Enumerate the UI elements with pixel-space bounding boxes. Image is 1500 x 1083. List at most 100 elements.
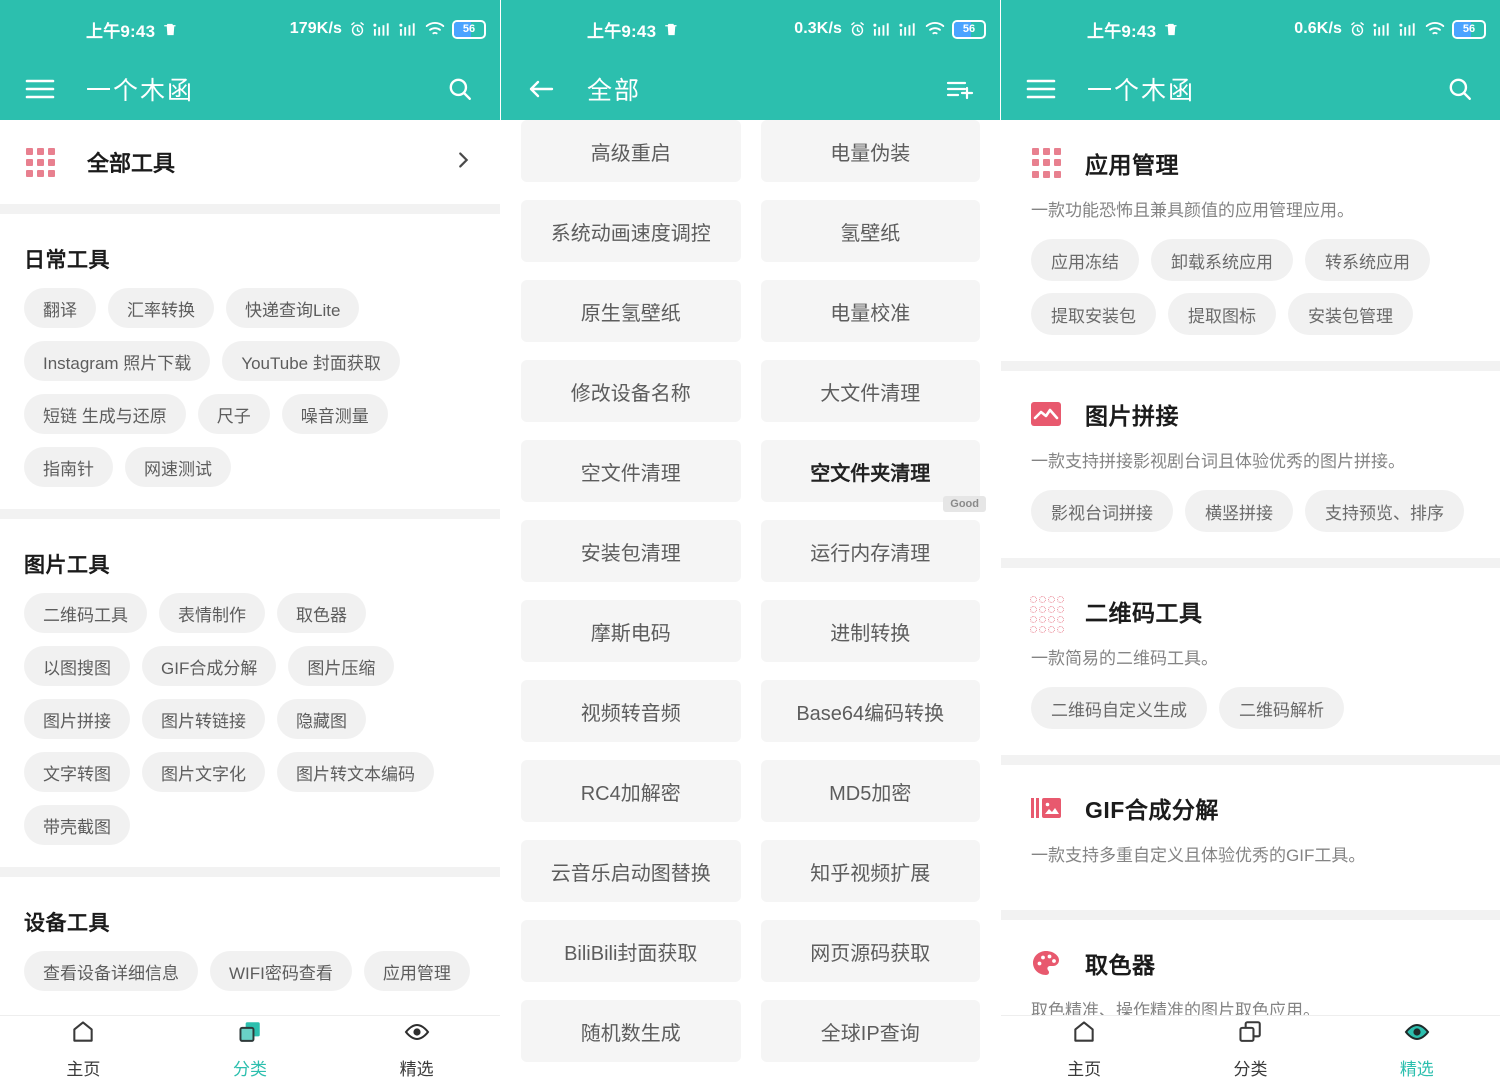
chip-list: 二维码工具 表情制作 取色器 以图搜图 GIF合成分解 图片压缩 图片拼接 图片… [24, 593, 476, 867]
alarm-icon [1349, 21, 1366, 38]
tool-chip[interactable]: 尺子 [198, 394, 270, 434]
tool-tile[interactable]: 随机数生成 [521, 1000, 741, 1062]
tool-chip[interactable]: 二维码工具 [24, 593, 147, 633]
nav-item-featured[interactable]: 精选 [1334, 1019, 1500, 1080]
feature-chip[interactable]: 提取安装包 [1031, 293, 1156, 335]
chip-list: 查看设备详细信息 WIFI密码查看 应用管理 [24, 951, 476, 1013]
tool-tile[interactable]: MD5加密 [761, 760, 981, 822]
tool-chip[interactable]: 查看设备详细信息 [24, 951, 198, 991]
feature-chip[interactable]: 二维码自定义生成 [1031, 687, 1207, 729]
tool-chip[interactable]: 噪音测量 [282, 394, 388, 434]
card-chip-list: 应用冻结 卸载系统应用 转系统应用 提取安装包 提取图标 安装包管理 [1031, 239, 1470, 335]
tool-chip[interactable]: 图片压缩 [288, 646, 394, 686]
feature-chip[interactable]: 支持预览、排序 [1305, 490, 1464, 532]
tool-chip[interactable]: 图片文字化 [142, 752, 265, 792]
tool-tile[interactable]: 网页源码获取 [761, 920, 981, 982]
card-description: 一款支持拼接影视剧台词且体验优秀的图片拼接。 [1031, 431, 1470, 490]
tool-chip[interactable]: 图片转文本编码 [277, 752, 434, 792]
categories-scroll[interactable]: 全部工具 日常工具 翻译 汇率转换 快递查询Lite Instagram 照片下… [0, 120, 500, 1083]
app-bar: 一个木函 [0, 58, 500, 120]
tool-tile-label: 空文件夹清理 [810, 457, 930, 486]
card-title: 取色器 [1085, 946, 1156, 980]
search-icon[interactable] [440, 69, 480, 109]
tool-chip[interactable]: WIFI密码查看 [210, 951, 352, 991]
nav-item-featured[interactable]: 精选 [333, 1019, 500, 1080]
tool-tile[interactable]: 视频转音频 [521, 680, 741, 742]
featured-card-qrcode[interactable]: 二维码工具 一款简易的二维码工具。 二维码自定义生成 二维码解析 [1001, 568, 1500, 755]
nav-item-categories[interactable]: 分类 [1167, 1019, 1333, 1080]
tool-tile[interactable]: 原生氢壁纸 [521, 280, 741, 342]
featured-card-gif[interactable]: GIF合成分解 一款支持多重自定义且体验优秀的GIF工具。 [1001, 765, 1500, 910]
network-speed: 179K/s [290, 20, 342, 38]
chip-list: 翻译 汇率转换 快递查询Lite Instagram 照片下载 YouTube … [24, 288, 476, 509]
feature-chip[interactable]: 二维码解析 [1219, 687, 1344, 729]
tool-chip[interactable]: 应用管理 [364, 951, 470, 991]
nav-item-home[interactable]: 主页 [0, 1019, 167, 1080]
tool-chip[interactable]: 取色器 [277, 593, 366, 633]
tool-tile[interactable]: BiliBili封面获取 [521, 920, 741, 982]
playlist-add-icon[interactable] [940, 69, 980, 109]
feature-chip[interactable]: 应用冻结 [1031, 239, 1139, 281]
signal-icon [1373, 21, 1392, 37]
card-chip-list: 二维码自定义生成 二维码解析 [1031, 687, 1470, 729]
tool-tile[interactable]: 运行内存清理 [761, 520, 981, 582]
feature-chip[interactable]: 卸载系统应用 [1151, 239, 1293, 281]
tool-tile[interactable]: Base64编码转换 [761, 680, 981, 742]
nav-item-categories[interactable]: 分类 [167, 1019, 334, 1080]
tool-tile[interactable]: 全球IP查询 [761, 1000, 981, 1062]
trash-icon [664, 21, 679, 38]
nav-item-home[interactable]: 主页 [1001, 1019, 1167, 1080]
feature-chip[interactable]: 影视台词拼接 [1031, 490, 1173, 532]
tool-chip[interactable]: 短链 生成与还原 [24, 394, 186, 434]
tool-tile[interactable]: 氢壁纸 [761, 200, 981, 262]
search-icon[interactable] [1440, 69, 1480, 109]
app-bar: 全部 [501, 58, 1000, 120]
feature-chip[interactable]: 安装包管理 [1288, 293, 1413, 335]
tool-chip[interactable]: YouTube 封面获取 [222, 341, 400, 381]
tool-chip[interactable]: 带壳截图 [24, 805, 130, 845]
tool-tile[interactable]: 摩斯电码 [521, 600, 741, 662]
tool-tile[interactable]: 修改设备名称 [521, 360, 741, 422]
tool-tile[interactable]: 系统动画速度调控 [521, 200, 741, 262]
tool-chip[interactable]: 隐藏图 [277, 699, 366, 739]
tool-chip[interactable]: 表情制作 [159, 593, 265, 633]
tool-chip[interactable]: 指南针 [24, 447, 113, 487]
feature-chip[interactable]: 转系统应用 [1305, 239, 1430, 281]
feature-chip[interactable]: 提取图标 [1168, 293, 1276, 335]
featured-card-image-stitch[interactable]: 图片拼接 一款支持拼接影视剧台词且体验优秀的图片拼接。 影视台词拼接 横竖拼接 … [1001, 371, 1500, 558]
tool-tile[interactable]: 电量伪装 [761, 120, 981, 182]
tool-tile[interactable]: 知乎视频扩展 [761, 840, 981, 902]
featured-card-app-manager[interactable]: 应用管理 一款功能恐怖且兼具颜值的应用管理应用。 应用冻结 卸载系统应用 转系统… [1001, 120, 1500, 361]
featured-scroll[interactable]: 应用管理 一款功能恐怖且兼具颜值的应用管理应用。 应用冻结 卸载系统应用 转系统… [1001, 120, 1500, 1083]
all-tools-row[interactable]: 全部工具 [0, 120, 500, 204]
feature-chip[interactable]: 横竖拼接 [1185, 490, 1293, 532]
trash-icon [1164, 21, 1179, 38]
tool-tile[interactable]: 电量校准 [761, 280, 981, 342]
tool-tile[interactable]: 大文件清理 [761, 360, 981, 422]
status-time: 上午9:43 [86, 17, 155, 42]
tool-tile[interactable]: RC4加解密 [521, 760, 741, 822]
tool-chip[interactable]: 网速测试 [125, 447, 231, 487]
tool-chip[interactable]: 汇率转换 [108, 288, 214, 328]
tool-chip[interactable]: 快递查询Lite [226, 288, 359, 328]
tool-chip[interactable]: 翻译 [24, 288, 96, 328]
page-title: 全部 [587, 71, 641, 107]
hamburger-menu-icon[interactable] [1021, 69, 1061, 109]
tool-chip[interactable]: Instagram 照片下载 [24, 341, 210, 381]
tool-tile[interactable]: 进制转换 [761, 600, 981, 662]
tool-chip[interactable]: GIF合成分解 [142, 646, 276, 686]
tool-chip[interactable]: 以图搜图 [24, 646, 130, 686]
battery-level: 56 [963, 24, 975, 35]
back-arrow-icon[interactable] [521, 69, 561, 109]
tool-tile[interactable]: 云音乐启动图替换 [521, 840, 741, 902]
tool-tile-highlighted[interactable]: 空文件夹清理 Good [761, 440, 981, 502]
tool-tile[interactable]: 安装包清理 [521, 520, 741, 582]
tool-tile[interactable]: 高级重启 [521, 120, 741, 182]
section-divider [0, 867, 500, 877]
tool-tile[interactable]: 空文件清理 [521, 440, 741, 502]
tool-chip[interactable]: 图片转链接 [142, 699, 265, 739]
all-tools-scroll[interactable]: 高级重启 电量伪装 系统动画速度调控 氢壁纸 原生氢壁纸 电量校准 修改设备名称… [501, 120, 1000, 1083]
tool-chip[interactable]: 文字转图 [24, 752, 130, 792]
hamburger-menu-icon[interactable] [20, 69, 60, 109]
tool-chip[interactable]: 图片拼接 [24, 699, 130, 739]
